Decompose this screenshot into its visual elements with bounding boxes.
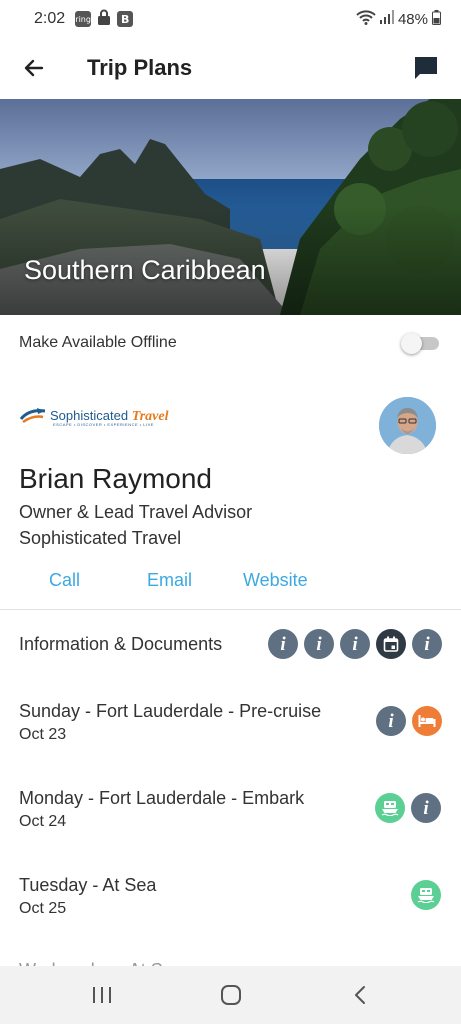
chat-button[interactable] xyxy=(409,51,443,85)
email-button[interactable]: Email xyxy=(147,570,192,591)
day-date: Oct 23 xyxy=(19,726,67,743)
day-title: Monday - Fort Lauderdale - Embark xyxy=(19,788,305,808)
ship-glyph xyxy=(381,801,399,816)
status-right: 48% xyxy=(356,9,441,29)
avatar[interactable] xyxy=(379,397,436,454)
day-title: Tuesday - At Sea xyxy=(19,875,157,895)
plane-swoosh-icon xyxy=(19,408,46,424)
ring-icon: ring xyxy=(75,11,92,27)
advisor-photo xyxy=(379,397,436,454)
contact-actions: Call Email Website xyxy=(0,568,461,594)
info-docs-label: Information & Documents xyxy=(19,634,223,654)
info-icon[interactable]: i xyxy=(412,629,442,659)
day-date: Oct 24 xyxy=(19,813,67,830)
ship-icon[interactable] xyxy=(375,793,405,823)
info-glyph: i xyxy=(352,633,358,655)
toggle-knob xyxy=(401,333,422,354)
info-glyph: i xyxy=(423,797,429,819)
advisor-company: Sophisticated Travel xyxy=(19,528,182,548)
bed-glyph xyxy=(418,715,436,727)
chevron-left-icon xyxy=(355,986,365,1004)
battery-icon xyxy=(432,9,441,29)
ship-icon[interactable] xyxy=(411,880,441,910)
status-left: 2:02 ring B xyxy=(34,9,134,29)
day-title: Sunday - Fort Lauderdale - Pre-cruise xyxy=(19,701,322,721)
recent-apps-icon xyxy=(93,987,111,1003)
status-bar: 2:02 ring B 48% xyxy=(0,0,461,38)
website-button[interactable]: Website xyxy=(243,570,308,591)
info-icon[interactable]: i xyxy=(268,629,298,659)
status-time: 2:02 xyxy=(34,10,66,27)
system-nav-bar xyxy=(0,966,461,1024)
offline-label: Make Available Offline xyxy=(19,334,177,351)
brand-tagline: ESCAPE • DISCOVER • EXPERIENCE • LIVE xyxy=(53,422,154,427)
info-icon[interactable]: i xyxy=(304,629,334,659)
info-icon[interactable]: i xyxy=(411,793,441,823)
divider xyxy=(0,609,461,610)
hero-banner[interactable]: Southern Caribbean xyxy=(0,99,461,315)
wifi-icon xyxy=(356,9,376,29)
info-glyph: i xyxy=(316,633,322,655)
page-title: Trip Plans xyxy=(87,55,193,80)
chat-icon xyxy=(415,57,437,79)
hotel-icon[interactable] xyxy=(412,706,442,736)
day-date: Oct 25 xyxy=(19,900,67,917)
recent-apps-button[interactable] xyxy=(90,984,114,1006)
lock-icon xyxy=(97,9,111,29)
info-icon[interactable]: i xyxy=(340,629,370,659)
battery-percent: 48% xyxy=(397,10,428,28)
system-back-button[interactable] xyxy=(348,984,372,1006)
brand-main: Sophisticated xyxy=(50,407,129,423)
calendar-glyph xyxy=(383,636,399,652)
info-glyph: i xyxy=(388,710,394,732)
info-glyph: i xyxy=(424,633,430,655)
hero-title: Southern Caribbean xyxy=(24,255,266,285)
back-button[interactable] xyxy=(17,51,51,85)
offline-row: Make Available Offline xyxy=(0,318,461,368)
brand-logo: Sophisticated Travel ESCAPE • DISCOVER •… xyxy=(19,400,169,432)
app-bar: Trip Plans xyxy=(0,38,461,98)
calendar-icon[interactable] xyxy=(376,629,406,659)
home-icon xyxy=(221,985,241,1005)
info-icon[interactable]: i xyxy=(376,706,406,736)
advisor-role: Owner & Lead Travel Advisor xyxy=(19,502,253,522)
home-button[interactable] xyxy=(219,984,243,1006)
advisor-name: Brian Raymond xyxy=(19,463,212,494)
call-button[interactable]: Call xyxy=(49,570,80,591)
offline-toggle[interactable] xyxy=(401,333,439,354)
signal-icon xyxy=(379,10,394,28)
arrow-left-icon xyxy=(24,59,44,77)
b-app-icon: B xyxy=(117,11,134,27)
ship-glyph xyxy=(417,888,435,903)
info-glyph: i xyxy=(280,633,286,655)
